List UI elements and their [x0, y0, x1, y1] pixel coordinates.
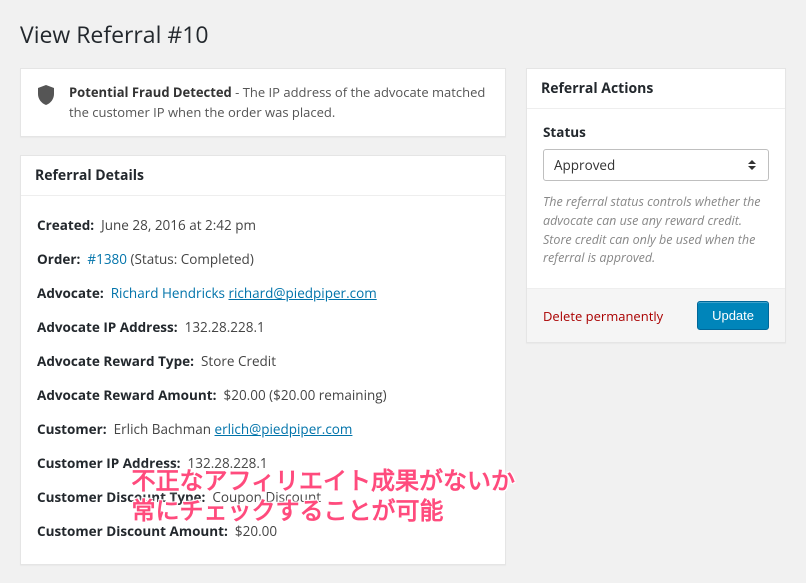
referral-details-panel: Referral Details Created: June 28, 2016 … — [20, 155, 506, 565]
referral-actions-panel: Referral Actions Status Approved The ref… — [526, 68, 786, 343]
customer-email-link[interactable]: erlich@piedpiper.com — [215, 420, 353, 438]
page-title: View Referral #10 — [20, 18, 786, 50]
status-help-text: The referral status controls whether the… — [543, 193, 769, 268]
status-select[interactable]: Approved — [543, 149, 769, 181]
detail-advocate-reward-type: Advocate Reward Type: Store Credit — [37, 344, 489, 378]
detail-customer: Customer: Erlich Bachman erlich@piedpipe… — [37, 412, 489, 446]
detail-customer-discount-type: Customer Discount Type: Coupon Discount — [37, 480, 489, 514]
fraud-notice-title: Potential Fraud Detected — [69, 83, 232, 101]
status-select-value: Approved — [554, 156, 615, 174]
referral-details-heading: Referral Details — [21, 156, 505, 196]
referral-actions-heading: Referral Actions — [527, 69, 785, 109]
select-arrows-icon — [748, 150, 760, 180]
order-link[interactable]: #1380 — [87, 250, 127, 268]
status-label: Status — [543, 123, 769, 141]
detail-customer-discount-amount: Customer Discount Amount: $20.00 — [37, 514, 489, 548]
advocate-name-link[interactable]: Richard Hendricks — [111, 284, 225, 302]
shield-icon — [37, 85, 55, 109]
delete-permanently-link[interactable]: Delete permanently — [543, 307, 663, 325]
detail-advocate-reward-amount: Advocate Reward Amount: $20.00 ($20.00 r… — [37, 378, 489, 412]
update-button[interactable]: Update — [697, 301, 769, 330]
advocate-email-link[interactable]: richard@piedpiper.com — [228, 284, 376, 302]
detail-advocate-ip: Advocate IP Address: 132.28.228.1 — [37, 310, 489, 344]
fraud-notice-message: Potential Fraud Detected - The IP addres… — [69, 83, 489, 122]
fraud-notice: Potential Fraud Detected - The IP addres… — [20, 68, 506, 137]
detail-created: Created: June 28, 2016 at 2:42 pm — [37, 208, 489, 242]
detail-order: Order: #1380 (Status: Completed) — [37, 242, 489, 276]
detail-advocate: Advocate: Richard Hendricks richard@pied… — [37, 276, 489, 310]
detail-customer-ip: Customer IP Address: 132.28.228.1 — [37, 446, 489, 480]
